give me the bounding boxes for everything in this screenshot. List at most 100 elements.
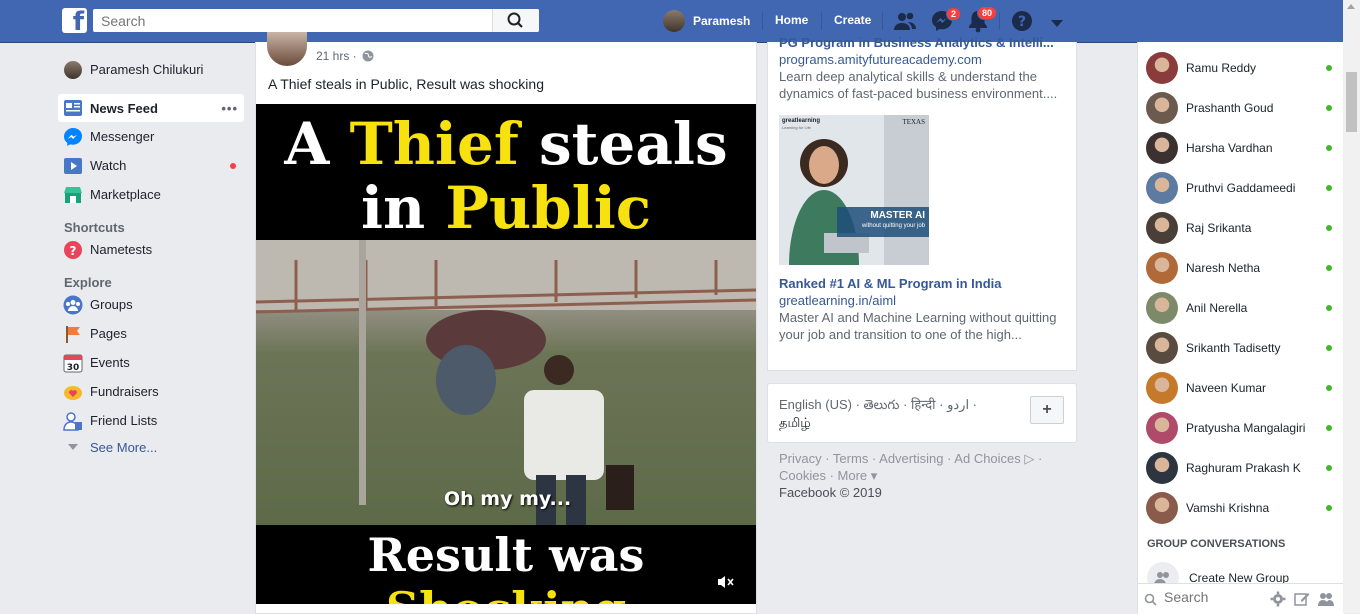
- video-title-text: A Thief steals in Public: [256, 112, 756, 240]
- more-options-icon[interactable]: •••: [221, 101, 238, 116]
- see-more-label: See More...: [90, 439, 158, 455]
- sidebar-item-news-feed[interactable]: News Feed •••: [58, 94, 244, 122]
- sidebar-item-label: Groups: [90, 297, 133, 312]
- avatar: [1146, 332, 1178, 364]
- add-language-button[interactable]: +: [1030, 396, 1064, 424]
- chat-contact[interactable]: Harsha Vardhan: [1146, 131, 1336, 165]
- profile-shortcut[interactable]: Paramesh Chilukuri: [58, 55, 244, 84]
- language-options[interactable]: English (US) · తెలుగు · हिन्दी · اردو ·: [779, 396, 999, 414]
- messenger-icon: [63, 127, 83, 147]
- scroll-up-arrow-icon[interactable]: [1347, 4, 1355, 9]
- page-scrollbar[interactable]: [1343, 0, 1360, 613]
- sidebar-item-label: Marketplace: [90, 187, 161, 202]
- news-feed-icon: [63, 98, 83, 118]
- chat-contact[interactable]: Raj Srikanta: [1146, 211, 1336, 245]
- sidebar-item-watch[interactable]: Watch: [58, 151, 244, 180]
- home-link[interactable]: Home: [775, 13, 808, 27]
- chat-contact[interactable]: Ramu Reddy: [1146, 51, 1336, 85]
- chat-contact[interactable]: Vamshi Krishna: [1146, 491, 1336, 525]
- video-frame: [256, 240, 756, 525]
- chat-contact[interactable]: Pruthvi Gaddameedi: [1146, 171, 1336, 205]
- sidebar-item-groups[interactable]: Groups: [58, 290, 244, 319]
- ad-title[interactable]: Ranked #1 AI & ML Program in India: [779, 276, 1002, 291]
- profile-avatar: [63, 60, 83, 80]
- create-link[interactable]: Create: [834, 13, 871, 27]
- chat-contact[interactable]: Naveen Kumar: [1146, 371, 1336, 405]
- sidebar-item-messenger[interactable]: Messenger: [58, 122, 244, 151]
- avatar: [1146, 252, 1178, 284]
- chat-contact[interactable]: Raghuram Prakash K: [1146, 451, 1336, 485]
- avatar: [1146, 372, 1178, 404]
- sidebar-item-nametests[interactable]: ? Nametests: [58, 235, 244, 264]
- online-status-dot: [1326, 465, 1332, 471]
- chat-contact-name: Raj Srikanta: [1186, 221, 1252, 235]
- profile-link[interactable]: Paramesh: [663, 10, 750, 32]
- avatar: [1146, 172, 1178, 204]
- mute-button[interactable]: [717, 575, 735, 592]
- ad-title[interactable]: PG Program in Business Analytics & Intel…: [779, 35, 1069, 50]
- group-chat-icon[interactable]: [1318, 591, 1334, 607]
- chat-contact[interactable]: Naresh Netha: [1146, 251, 1336, 285]
- ad-image[interactable]: greatlearning Learning for Life TEXAS MA…: [779, 115, 929, 265]
- online-status-dot: [1326, 225, 1332, 231]
- chat-contact-name: Vamshi Krishna: [1186, 501, 1270, 515]
- scrollbar-thumb[interactable]: [1346, 72, 1357, 132]
- search-input[interactable]: [93, 9, 499, 32]
- sidebar-item-label: Nametests: [90, 242, 153, 257]
- ad-brand: greatlearning: [782, 118, 821, 124]
- chat-contact[interactable]: Srikanth Tadisetty: [1146, 331, 1336, 365]
- avatar: [1146, 132, 1178, 164]
- video-title-part: A: [284, 110, 350, 178]
- footer-links-2[interactable]: Cookies · More ▾: [779, 467, 1069, 484]
- sidebar-item-friend-lists[interactable]: Friend Lists: [58, 406, 244, 435]
- notifications-button[interactable]: 80: [967, 6, 997, 36]
- facebook-logo-icon[interactable]: f: [62, 8, 87, 33]
- search-button[interactable]: [492, 9, 539, 32]
- ad-photo: [779, 115, 929, 265]
- online-status-dot: [1326, 345, 1332, 351]
- chat-contact[interactable]: Prashanth Goud: [1146, 91, 1336, 125]
- footer-links[interactable]: Privacy · Terms · Advertising · Ad Choic…: [779, 450, 1069, 467]
- online-status-dot: [1326, 265, 1332, 271]
- avatar: [1146, 452, 1178, 484]
- avatar: [1146, 212, 1178, 244]
- sidebar-item-fundraisers[interactable]: Fundraisers: [58, 377, 244, 406]
- sidebar-item-label: Friend Lists: [90, 413, 158, 428]
- compose-icon[interactable]: [1294, 591, 1310, 607]
- nav-divider: [821, 12, 822, 30]
- ad-url[interactable]: greatlearning.in/aiml: [779, 293, 896, 308]
- sidebar-item-marketplace[interactable]: Marketplace: [58, 180, 244, 209]
- top-navigation-bar: f Paramesh Home Create 2 80 ?: [0, 0, 1343, 43]
- chat-contact[interactable]: Pratyusha Mangalagiri: [1146, 411, 1336, 445]
- watch-icon: [63, 156, 83, 176]
- pages-icon: [63, 324, 83, 344]
- muted-speaker-icon: [718, 576, 734, 588]
- chat-search-input[interactable]: [1162, 588, 1266, 606]
- feed-post: 21 hrs · A Thief steals in Public, Resul…: [255, 32, 757, 614]
- events-icon: 30: [63, 353, 83, 373]
- sidebar-item-pages[interactable]: Pages: [58, 319, 244, 348]
- online-status-dot: [1326, 385, 1332, 391]
- online-status-dot: [1326, 145, 1332, 151]
- gear-icon[interactable]: [1270, 591, 1286, 607]
- post-video[interactable]: A Thief steals in Public Oh my my... Res…: [256, 104, 756, 604]
- account-menu-button[interactable]: [1050, 16, 1064, 31]
- friend-requests-button[interactable]: [893, 10, 917, 35]
- language-option-tamil[interactable]: தமிழ்: [779, 414, 999, 432]
- see-more-link[interactable]: See More...: [58, 435, 244, 459]
- ad-headline: MASTER AI: [870, 210, 925, 221]
- svg-text:?: ?: [70, 244, 77, 258]
- ad-url[interactable]: programs.amityfutureacademy.com: [779, 52, 982, 67]
- sidebar-item-events[interactable]: 30 Events: [58, 348, 244, 377]
- chat-contact[interactable]: Anil Nerella: [1146, 291, 1336, 325]
- post-text: A Thief steals in Public, Result was sho…: [268, 76, 544, 92]
- chat-contact-name: Srikanth Tadisetty: [1186, 341, 1281, 355]
- messages-button[interactable]: 2: [931, 7, 961, 35]
- ad-description: Learn deep analytical skills & understan…: [779, 69, 1058, 101]
- post-timestamp[interactable]: 21 hrs ·: [316, 49, 374, 63]
- online-status-dot: [1326, 305, 1332, 311]
- copyright: Facebook © 2019: [779, 485, 882, 500]
- post-author-avatar[interactable]: [267, 32, 307, 66]
- nav-divider: [999, 12, 1000, 30]
- help-button[interactable]: ?: [1011, 10, 1033, 35]
